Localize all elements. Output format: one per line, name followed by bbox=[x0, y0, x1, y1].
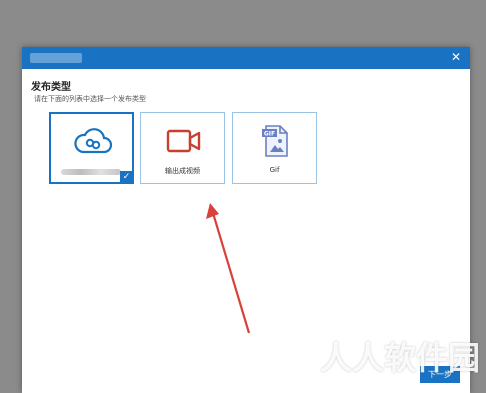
watermark: 人人软件园 bbox=[319, 339, 480, 377]
